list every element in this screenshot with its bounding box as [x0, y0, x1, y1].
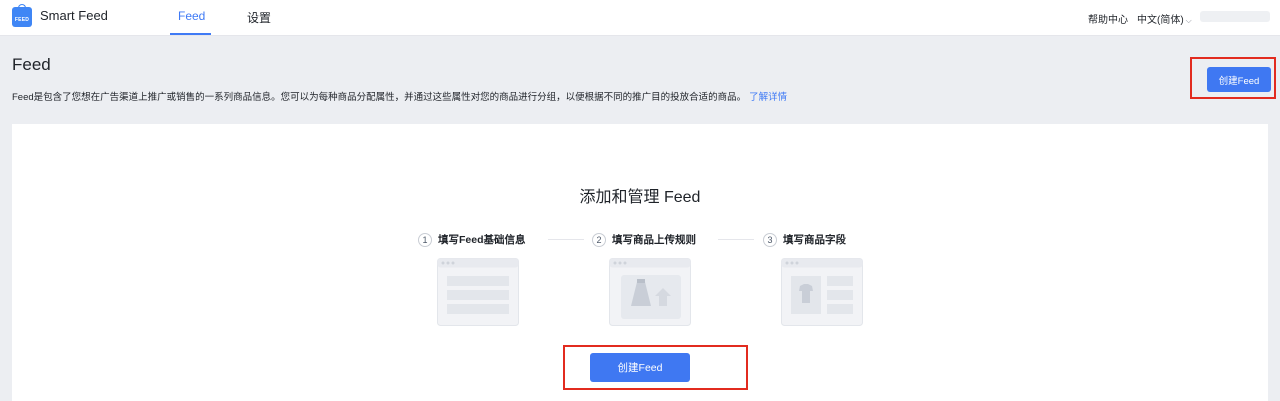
- active-tab-indicator: [170, 33, 211, 35]
- step-3: 3 填写商品字段: [763, 232, 846, 247]
- product-upload-illustration-icon: [609, 258, 691, 326]
- highlight-annotation-main: [563, 345, 748, 390]
- empty-state-title: 添加和管理 Feed: [579, 189, 701, 206]
- step-1: 1 填写Feed基础信息: [418, 232, 526, 247]
- step-number: 2: [592, 232, 606, 247]
- step-number: 1: [418, 232, 432, 247]
- learn-more-link[interactable]: 了解详情: [749, 92, 787, 103]
- step-2: 2 填写商品上传规则: [592, 232, 696, 247]
- step-connector: [548, 239, 584, 240]
- step-connector: [718, 239, 754, 240]
- form-layout-illustration-icon: [437, 258, 519, 326]
- feed-logo-icon: FEED: [12, 4, 32, 27]
- tab-feed[interactable]: Feed: [178, 9, 205, 23]
- user-account-blurred[interactable]: [1200, 11, 1270, 22]
- app-name: Smart Feed: [40, 8, 108, 23]
- description-text: Feed是包含了您想在广告渠道上推广或销售的一系列商品信息。您可以为每种商品分配…: [12, 92, 747, 103]
- chevron-down-icon: ⌵: [1185, 16, 1192, 25]
- product-fields-illustration-icon: [781, 258, 863, 326]
- help-center-link[interactable]: 帮助中心: [1088, 11, 1128, 26]
- highlight-annotation-top: [1190, 57, 1276, 99]
- step-label: 填写商品字段: [783, 234, 846, 246]
- step-label: 填写商品上传规则: [612, 234, 696, 246]
- step-label: 填写Feed基础信息: [438, 234, 526, 246]
- top-nav-bar: FEED Smart Feed Feed 设置 帮助中心 中文(简体) ⌵: [0, 0, 1280, 36]
- language-selector[interactable]: 中文(简体) ⌵: [1137, 11, 1192, 26]
- language-label: 中文(简体): [1137, 15, 1184, 26]
- page-title: Feed: [12, 55, 51, 74]
- step-number: 3: [763, 232, 777, 247]
- tab-settings[interactable]: 设置: [247, 9, 271, 26]
- page-description: Feed是包含了您想在广告渠道上推广或销售的一系列商品信息。您可以为每种商品分配…: [12, 89, 787, 103]
